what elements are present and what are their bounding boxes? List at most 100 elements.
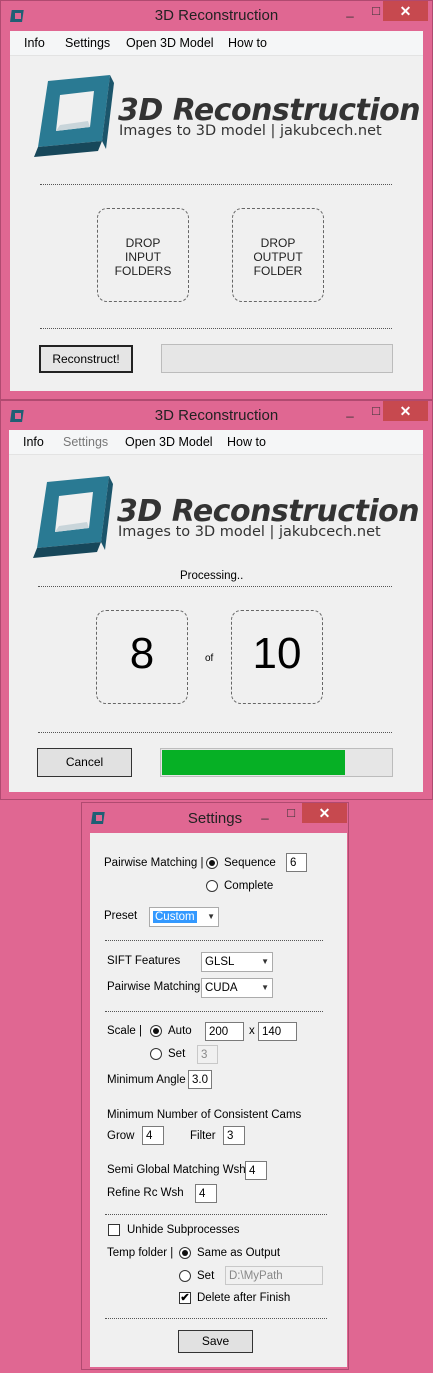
complete-label[interactable]: Complete — [224, 880, 273, 892]
menu-bar: Info Settings Open 3D Model How to — [10, 31, 423, 56]
progress-fill — [162, 750, 345, 775]
menu-how-to[interactable]: How to — [227, 435, 266, 449]
title-bar[interactable]: 3D Reconstruction _ □ ✕ — [1, 1, 432, 31]
filter-label: Filter — [190, 1130, 216, 1142]
of-label: of — [205, 653, 214, 664]
close-button[interactable]: ✕ — [383, 401, 428, 421]
drop-input-folders[interactable]: DROP INPUT FOLDERS — [97, 208, 189, 302]
sgm-input[interactable]: 4 — [245, 1161, 267, 1180]
complete-radio[interactable] — [206, 880, 218, 892]
current-count: 8 — [129, 629, 155, 678]
menu-how-to[interactable]: How to — [228, 36, 267, 50]
drop-output-folder[interactable]: DROP OUTPUT FOLDER — [232, 208, 324, 302]
divider — [105, 940, 323, 941]
drop-input-line: DROP — [125, 236, 161, 250]
drop-input-line: FOLDERS — [114, 264, 172, 278]
divider — [105, 1214, 327, 1215]
sequence-label[interactable]: Sequence — [224, 857, 276, 869]
sequence-radio[interactable] — [206, 857, 218, 869]
progress-bar — [161, 344, 393, 373]
scale-auto-label[interactable]: Auto — [168, 1025, 192, 1037]
logo-subtitle: Images to 3D model | jakubcech.net — [118, 524, 381, 540]
minimize-button[interactable]: _ — [337, 401, 363, 421]
min-cams-label: Minimum Number of Consistent Cams — [107, 1109, 302, 1121]
temp-same-label[interactable]: Same as Output — [197, 1247, 280, 1259]
delete-checkbox[interactable]: ✔ — [179, 1292, 191, 1304]
refine-label: Refine Rc Wsh — [107, 1187, 184, 1199]
scale-set-label[interactable]: Set — [168, 1048, 185, 1060]
temp-same-radio[interactable] — [179, 1247, 191, 1259]
divider — [40, 184, 392, 185]
pm-value: CUDA — [205, 982, 238, 994]
menu-settings-disabled: Settings — [63, 435, 109, 449]
client-area: Info Settings Open 3D Model How to 3D Re… — [9, 430, 423, 792]
logo-icon — [34, 75, 114, 157]
scale-height-input[interactable]: 140 — [258, 1022, 297, 1041]
minimize-button[interactable]: _ — [252, 803, 278, 823]
divider — [38, 586, 392, 587]
close-button[interactable]: ✕ — [383, 1, 428, 21]
pairwise-matching-label: Pairwise Matching | — [104, 857, 204, 869]
divider — [40, 328, 392, 329]
grow-label: Grow — [107, 1130, 135, 1142]
x-label: x — [249, 1025, 255, 1037]
logo-icon — [33, 476, 113, 558]
sift-features-select[interactable]: GLSL ▼ — [201, 952, 273, 972]
drop-output-line: OUTPUT — [253, 250, 303, 264]
preset-select[interactable]: Custom ▼ — [149, 907, 219, 927]
chevron-down-icon: ▼ — [261, 983, 269, 992]
grow-input[interactable]: 4 — [142, 1126, 164, 1145]
close-button[interactable]: ✕ — [302, 803, 347, 823]
menu-info[interactable]: Info — [24, 36, 45, 50]
minimize-button[interactable]: _ — [337, 1, 363, 21]
divider — [38, 732, 392, 733]
temp-folder-label: Temp folder | — [107, 1247, 174, 1259]
maximize-button[interactable]: □ — [278, 803, 304, 823]
temp-set-radio[interactable] — [179, 1270, 191, 1282]
temp-path-input: D:\MyPath — [225, 1266, 323, 1285]
menu-settings[interactable]: Settings — [65, 36, 110, 50]
filter-input[interactable]: 3 — [223, 1126, 245, 1145]
preset-label: Preset — [104, 910, 138, 922]
sift-features-label: SIFT Features — [107, 955, 181, 967]
settings-client: Pairwise Matching | Sequence 6 Complete … — [90, 833, 347, 1367]
cancel-button[interactable]: Cancel — [37, 748, 132, 777]
main-window-processing: 3D Reconstruction _ □ ✕ Info Settings Op… — [0, 400, 433, 800]
menu-bar: Info Settings Open 3D Model How to — [9, 430, 423, 455]
preset-value: Custom — [153, 911, 197, 923]
settings-window: Settings _ □ ✕ Pairwise Matching | Seque… — [81, 802, 349, 1370]
unhide-checkbox[interactable] — [108, 1224, 120, 1236]
pm-select[interactable]: CUDA ▼ — [201, 978, 273, 998]
min-angle-input[interactable]: 3.0 — [188, 1070, 212, 1089]
sift-features-value: GLSL — [205, 956, 235, 968]
chevron-down-icon: ▼ — [261, 957, 269, 966]
scale-set-input: 3 — [197, 1045, 218, 1064]
current-count-box: 8 — [96, 610, 188, 704]
menu-open-3d-model[interactable]: Open 3D Model — [125, 435, 213, 449]
total-count-box: 10 — [231, 610, 323, 704]
temp-set-label[interactable]: Set — [197, 1270, 214, 1282]
scale-width-input[interactable]: 200 — [205, 1022, 244, 1041]
logo-subtitle: Images to 3D model | jakubcech.net — [119, 123, 382, 139]
save-button[interactable]: Save — [178, 1330, 253, 1353]
menu-info[interactable]: Info — [23, 435, 44, 449]
main-window-idle: 3D Reconstruction _ □ ✕ Info Settings Op… — [0, 0, 433, 400]
divider — [105, 1318, 327, 1319]
drop-output-line: DROP — [260, 236, 296, 250]
delete-label[interactable]: Delete after Finish — [197, 1292, 290, 1304]
min-angle-label: Minimum Angle — [107, 1074, 186, 1086]
progress-bar — [160, 748, 393, 777]
chevron-down-icon: ▼ — [207, 912, 215, 921]
scale-set-radio[interactable] — [150, 1048, 162, 1060]
title-bar[interactable]: Settings _ □ ✕ — [82, 803, 348, 833]
divider — [105, 1011, 323, 1012]
unhide-label[interactable]: Unhide Subprocesses — [127, 1224, 240, 1236]
reconstruct-button[interactable]: Reconstruct! — [39, 345, 133, 373]
title-bar[interactable]: 3D Reconstruction _ □ ✕ — [1, 401, 432, 431]
menu-open-3d-model[interactable]: Open 3D Model — [126, 36, 214, 50]
sgm-label: Semi Global Matching Wsh — [107, 1164, 246, 1176]
refine-input[interactable]: 4 — [195, 1184, 217, 1203]
scale-auto-radio[interactable] — [150, 1025, 162, 1037]
sequence-input[interactable]: 6 — [286, 853, 307, 872]
scale-label: Scale | — [107, 1025, 142, 1037]
